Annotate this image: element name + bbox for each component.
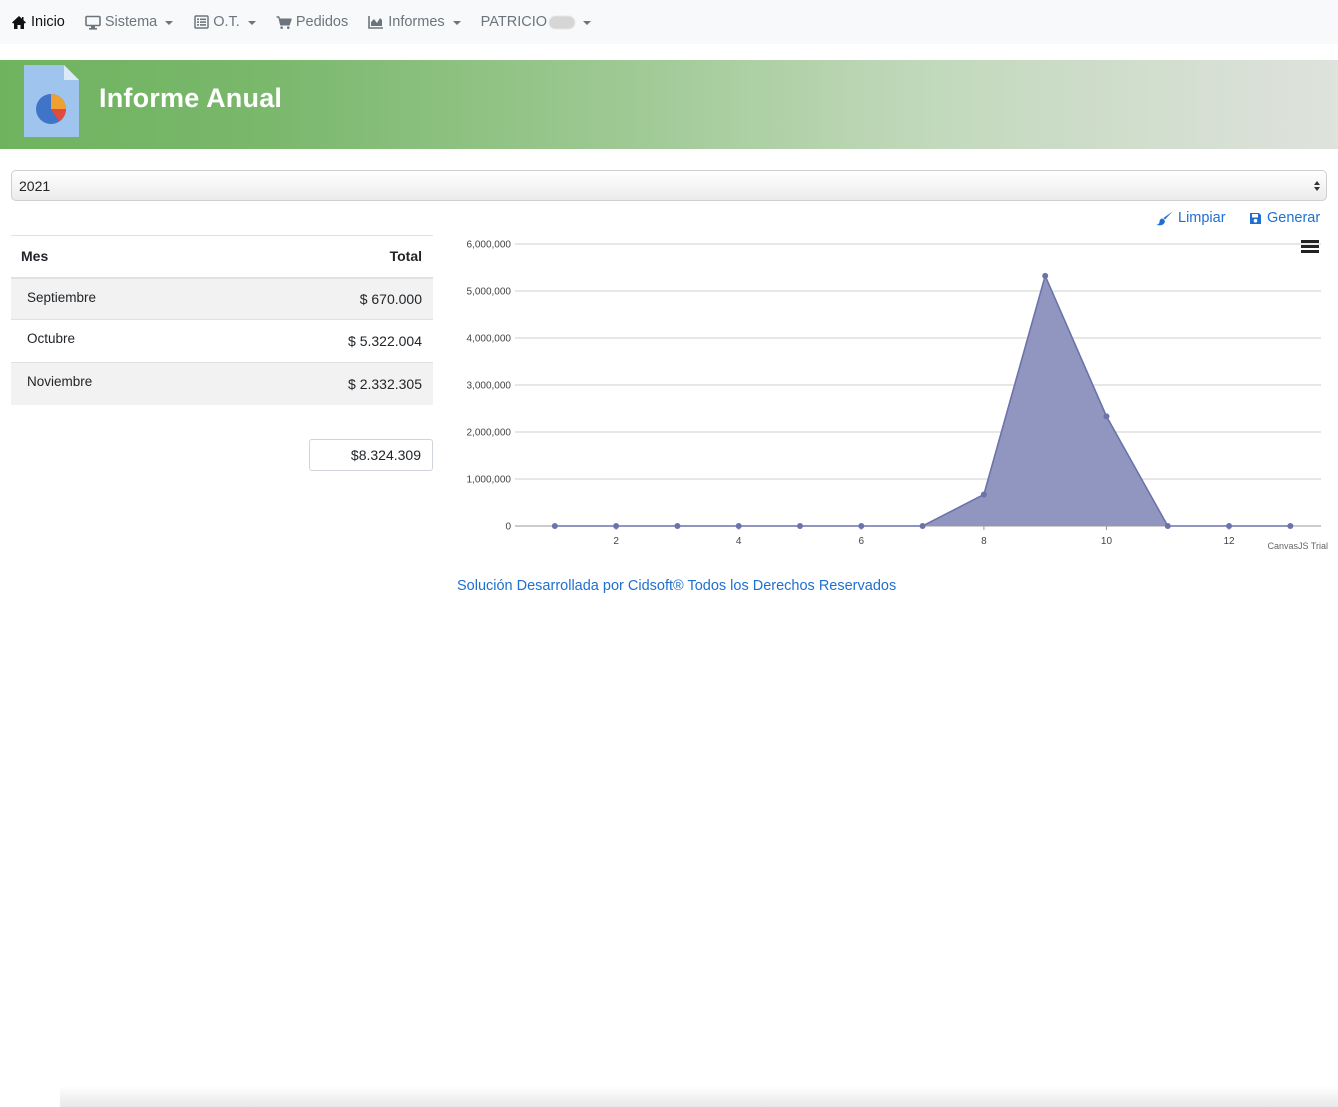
y-tick-label: 4,000,000 [467, 334, 512, 345]
cell-mes: Octubre [11, 319, 223, 363]
canvasjs-credit: CanvasJS Trial [1267, 541, 1328, 551]
y-tick-label: 5,000,000 [467, 287, 512, 298]
y-tick-label: 1,000,000 [467, 475, 512, 486]
nav-pedidos[interactable]: Pedidos [276, 14, 348, 30]
data-point [919, 523, 926, 529]
nav-pedidos-label: Pedidos [295, 14, 349, 30]
annual-area-chart: 0 1,000,000 2,000,000 3,000,000 4,000,000 5,0… [467, 240, 1329, 552]
nav-informes-dropdown[interactable]: Informes [368, 14, 461, 30]
cell-total: $ 670.000 [222, 277, 433, 320]
generar-button[interactable]: Generar [1249, 210, 1320, 226]
bottom-edge-shadow [60, 1086, 1338, 1107]
data-point [1226, 523, 1233, 529]
area-series-fill [554, 275, 1291, 526]
column-header-total: Total [222, 235, 433, 279]
limpiar-button[interactable]: Limpiar [1156, 210, 1226, 226]
generar-label: Generar [1267, 210, 1321, 226]
grand-total-value: $8.324.309 [350, 447, 421, 463]
nav-sistema-label: Sistema [104, 14, 158, 30]
data-point [735, 523, 742, 529]
desktop-icon [85, 14, 101, 30]
grand-total-field[interactable]: $8.324.309 [309, 439, 433, 471]
x-tick-label: 12 [1223, 536, 1235, 547]
data-point [613, 523, 620, 529]
year-select[interactable]: 2021 [11, 170, 1327, 201]
y-tick-label: 3,000,000 [467, 381, 512, 392]
page-title: Informe Anual [99, 83, 283, 113]
cell-total: $ 5.322.004 [222, 319, 433, 363]
data-point [980, 491, 987, 498]
area-series-line [554, 273, 1291, 527]
data-point [797, 523, 804, 529]
shopping-cart-icon [276, 14, 292, 30]
list-alt-icon [193, 14, 209, 30]
table-row: Septiembre $ 670.000 [11, 277, 433, 320]
area-chart-icon [368, 14, 384, 30]
user-name: PATRICIO [480, 14, 547, 30]
caret-down-icon [452, 21, 461, 25]
y-tick-label: 0 [505, 522, 511, 533]
data-point [551, 523, 558, 529]
column-header-mes: Mes [11, 235, 223, 279]
year-select-value: 2021 [19, 177, 51, 194]
report-document-icon [24, 65, 79, 137]
nav-inicio-label: Inicio [31, 14, 65, 30]
data-point [674, 523, 681, 529]
data-point [858, 523, 865, 529]
cell-total: $ 2.332.305 [222, 362, 433, 405]
top-navbar: Inicio Sistema O.T. Pedidos Informes PAT… [0, 0, 1338, 44]
y-tick-label: 6,000,000 [467, 240, 512, 251]
monthly-totals-table: Mes Total Septiembre $ 670.000 Octubre $… [11, 235, 433, 405]
page-header-banner: Informe Anual [0, 60, 1338, 149]
cell-mes: Noviembre [11, 362, 223, 405]
nav-informes-label: Informes [388, 14, 445, 30]
save-icon [1249, 212, 1262, 225]
x-tick-label: 8 [981, 536, 987, 547]
nav-ot-dropdown[interactable]: O.T. [193, 14, 256, 30]
nav-sistema-dropdown[interactable]: Sistema [85, 14, 174, 30]
data-point [1164, 523, 1171, 529]
paint-brush-icon [1156, 211, 1173, 226]
nav-user-dropdown[interactable]: PATRICIO [481, 14, 591, 30]
x-tick-label: 4 [736, 536, 742, 547]
x-tick-label: 2 [613, 536, 619, 547]
table-row: Octubre $ 5.322.004 [11, 319, 433, 363]
caret-down-icon [165, 21, 174, 25]
table-row: Noviembre $ 2.332.305 [11, 362, 433, 405]
data-point [1287, 523, 1294, 529]
chart-menu-hamburger-icon[interactable] [1301, 240, 1319, 256]
caret-down-icon [583, 21, 591, 25]
redacted-username-blur [549, 15, 575, 29]
y-tick-label: 2,000,000 [467, 428, 512, 439]
home-icon [11, 14, 27, 30]
x-tick-label: 6 [859, 536, 865, 547]
x-tick-label: 10 [1101, 536, 1113, 547]
table-header-row: Mes Total [11, 235, 433, 279]
cell-mes: Septiembre [11, 277, 223, 320]
data-point [1042, 272, 1049, 279]
limpiar-label: Limpiar [1178, 210, 1226, 226]
footer-credits[interactable]: Solución Desarrollada por Cidsoft® Todos… [457, 578, 896, 594]
caret-down-icon [247, 21, 256, 25]
nav-inicio[interactable]: Inicio [11, 14, 65, 30]
select-arrows-icon [1314, 181, 1320, 191]
data-point [1103, 413, 1110, 420]
nav-ot-label: O.T. [213, 14, 240, 30]
